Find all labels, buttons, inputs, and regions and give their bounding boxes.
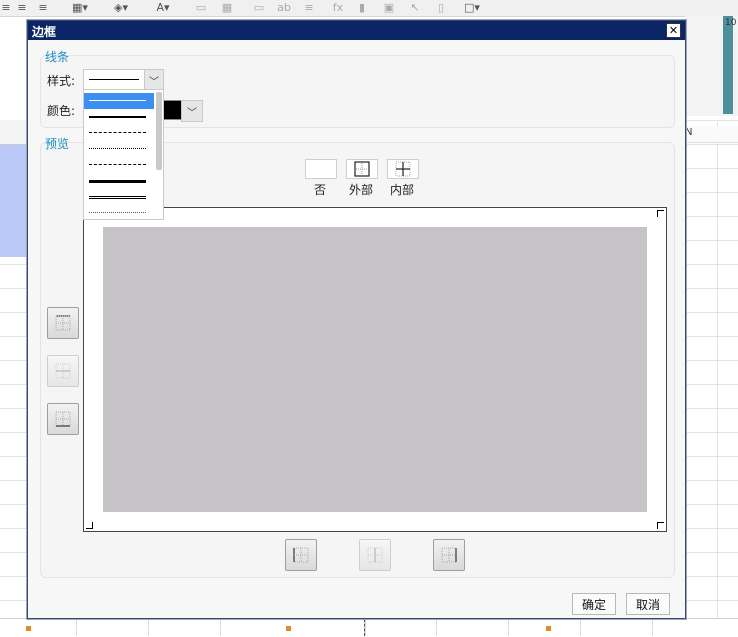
text-wrap-icon[interactable]: ab [275,0,293,14]
chevron-down-icon[interactable]: ﹀ [144,70,163,90]
close-button[interactable]: ✕ [666,23,681,38]
frame-icon[interactable]: □▾ [457,0,487,14]
merge-cells-icon[interactable]: ▭ [193,0,209,14]
line-style-dropdown[interactable] [83,89,164,220]
handle-marker[interactable] [286,626,291,631]
corner-mark [657,210,664,217]
document-icon[interactable]: ▯ [433,0,449,14]
line-style-option[interactable] [84,189,154,205]
border-dialog: 边框 ✕ 线条 样式: 颜色: ﹀ ﹀ 预览 否 外部 内部 确定 取消 [27,20,686,619]
preview-group-label: 预览 [45,137,70,151]
dropdown-scrollbar[interactable] [156,92,162,170]
line-style-option[interactable] [84,93,154,109]
color-swatch[interactable] [162,100,182,120]
dialog-title: 边框 [32,25,57,39]
preset-none-button[interactable] [305,159,337,179]
border-inner-horizontal-button[interactable] [47,355,79,387]
border-top-button[interactable] [47,307,79,339]
paragraph-icon[interactable]: ≡ [301,0,317,14]
border-bottom-button[interactable] [47,403,79,435]
ruler-number: 10 [725,18,737,28]
table-icon[interactable]: ▦ [219,0,235,14]
image-icon[interactable]: ▣ [380,0,398,14]
spreadsheet-grid[interactable] [685,120,738,625]
cancel-button[interactable]: 取消 [626,593,670,615]
formula-icon[interactable]: fx [328,0,348,14]
border-preview[interactable] [83,207,667,532]
chevron-down-icon[interactable]: ﹀ [181,100,203,122]
border-right-button[interactable] [433,539,465,571]
border-inner-horizontal-icon [55,363,71,379]
borders-icon[interactable]: ▦▾ [65,0,95,14]
chart-icon[interactable]: ▮ [353,0,371,14]
ok-button[interactable]: 确定 [572,593,616,615]
outer-border-icon [354,161,370,177]
lines-group-label: 线条 [45,50,70,64]
line-style-option[interactable] [84,141,154,157]
font-color-icon[interactable]: A▾ [146,0,180,14]
dialog-titlebar[interactable]: 边框 ✕ [28,21,685,40]
border-top-icon [55,315,71,331]
corner-mark [86,522,93,529]
line-style-option[interactable] [84,109,154,125]
status-area [0,618,738,637]
ruler: 10 [685,16,738,116]
inner-border-icon [395,161,411,177]
fill-color-icon[interactable]: ◈▾ [106,0,136,14]
align-right-icon[interactable]: ≡ [15,0,29,14]
line-style-option[interactable] [84,157,154,173]
handle-marker[interactable] [26,626,31,631]
preset-none-label: 否 [313,183,326,197]
border-inner-vertical-button[interactable] [359,539,391,571]
preset-outer-button[interactable] [346,159,378,179]
border-bottom-icon [55,411,71,427]
column-header[interactable]: N [685,126,738,143]
line-style-option[interactable] [84,173,154,189]
preset-outer-label: 外部 [348,183,373,197]
border-right-icon [441,547,457,563]
preset-inner-button[interactable] [387,159,419,179]
draw-icon[interactable]: ↖ [407,0,423,14]
corner-mark [657,522,664,529]
row-header-top [0,120,27,145]
line-style-option[interactable] [84,205,154,221]
toolbar: ≡ ≡ ≡ ▦▾ ◈▾ A▾ ▭ ▦ ▭ ab ≡ fx ▮ ▣ ↖ ▯ □▾ [0,0,738,17]
border-inner-vertical-icon [367,547,383,563]
border-left-button[interactable] [285,539,317,571]
line-style-select[interactable]: ﹀ [83,69,164,91]
close-icon: ✕ [668,24,679,37]
selected-range[interactable] [0,145,27,257]
preview-cells[interactable] [103,227,647,512]
line-style-option[interactable] [84,125,154,141]
align-center-icon[interactable]: ≡ [0,0,12,14]
preset-inner-label: 内部 [389,183,414,197]
color-label: 颜色: [47,104,76,118]
border-left-icon [293,547,309,563]
align-justify-icon[interactable]: ≡ [36,0,50,14]
style-label: 样式: [47,74,76,88]
insert-row-icon[interactable]: ▭ [251,0,267,14]
handle-marker[interactable] [546,626,551,631]
